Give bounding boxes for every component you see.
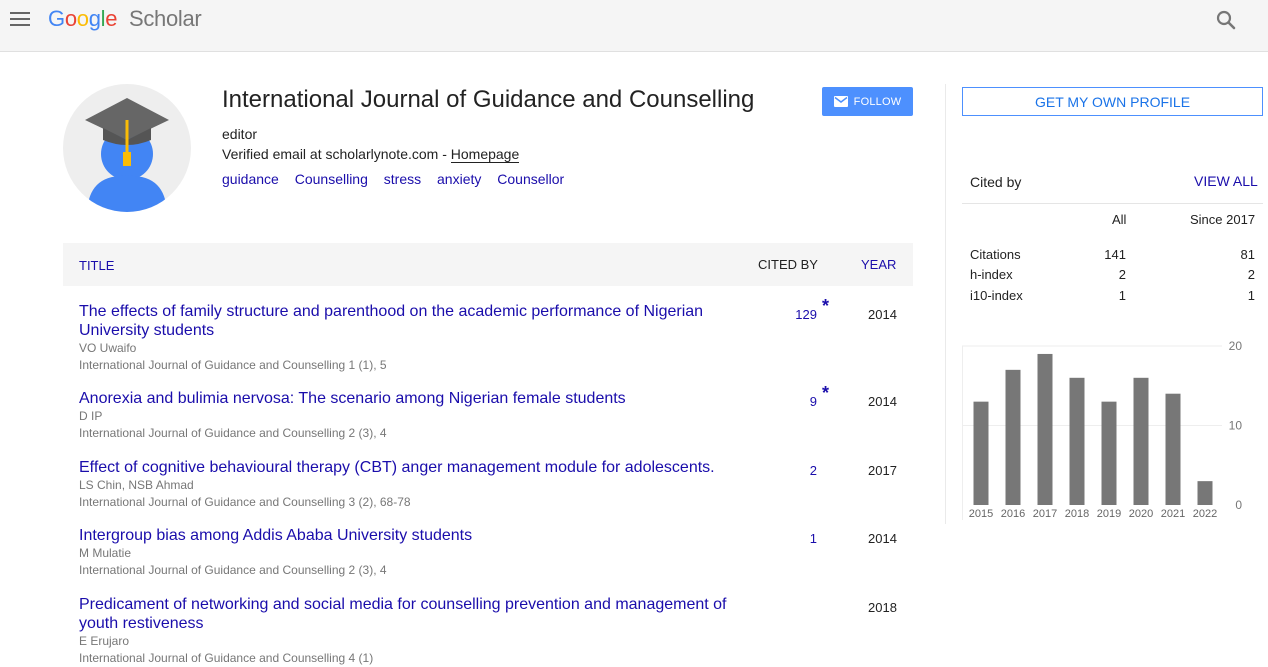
- article-cited-by[interactable]: 1: [779, 531, 817, 546]
- view-all-link[interactable]: VIEW ALL: [1194, 173, 1258, 189]
- chart-y-tick-label: 0: [1235, 498, 1242, 512]
- stats-hindex-since: 2: [1247, 267, 1255, 282]
- profile-interests: guidance Counselling stress anxiety Coun…: [222, 171, 576, 187]
- article-cited-by[interactable]: 129: [779, 307, 817, 322]
- chart-bar-2021[interactable]: [1165, 393, 1181, 505]
- chart-x-tick-label: 2020: [1129, 508, 1153, 520]
- profile-affiliation: editor: [222, 126, 258, 142]
- stats-i10index-since: 1: [1247, 288, 1255, 303]
- graduate-avatar-icon: [85, 98, 169, 212]
- table-row: Effect of cognitive behavioural therapy …: [79, 458, 913, 511]
- chart-y-tick-label: 10: [1229, 419, 1243, 433]
- interest-stress[interactable]: stress: [384, 171, 421, 187]
- article-title[interactable]: Predicament of networking and social med…: [79, 595, 739, 633]
- chart-x-tick-label: 2022: [1193, 508, 1217, 520]
- article-year: 2017: [868, 463, 897, 478]
- interest-counsellor[interactable]: Counsellor: [497, 171, 564, 187]
- logo-google: Google: [48, 6, 118, 31]
- stats-col-since: Since 2017: [1190, 212, 1256, 227]
- table-row: Intergroup bias among Addis Ababa Univer…: [79, 526, 913, 579]
- chart-bar-2016[interactable]: [1005, 369, 1021, 505]
- follow-label: FOLLOW: [853, 95, 902, 108]
- search-icon[interactable]: [1214, 8, 1238, 32]
- interest-counselling[interactable]: Counselling: [295, 171, 368, 187]
- chart-x-tick-label: 2017: [1033, 508, 1057, 520]
- article-year: 2018: [868, 600, 897, 615]
- homepage-link[interactable]: Homepage: [450, 146, 520, 163]
- article-venue: International Journal of Guidance and Co…: [79, 426, 387, 440]
- articles-table-header: TITLE CITED BY YEAR: [63, 243, 913, 286]
- article-title[interactable]: The effects of family structure and pare…: [79, 302, 739, 340]
- chart-x-tick-label: 2015: [969, 508, 993, 520]
- column-divider: [945, 84, 946, 524]
- menu-icon[interactable]: [10, 10, 30, 28]
- chart-bar-2020[interactable]: [1133, 377, 1149, 505]
- stats-divider: [962, 203, 1263, 204]
- table-row: Predicament of networking and social med…: [79, 595, 913, 667]
- verified-email-text: Verified email at scholarlynote.com -: [222, 146, 451, 162]
- chart-x-tick-label: 2018: [1065, 508, 1089, 520]
- follow-button[interactable]: FOLLOW: [822, 87, 913, 116]
- avatar: [63, 84, 191, 212]
- merged-citations-star[interactable]: *: [822, 296, 829, 317]
- article-authors: LS Chin, NSB Ahmad: [79, 478, 194, 492]
- stats-hindex-all: 2: [1118, 267, 1126, 282]
- article-venue: International Journal of Guidance and Co…: [79, 495, 411, 509]
- stats-label-citations: Citations: [970, 247, 1021, 262]
- article-authors: VO Uwaifo: [79, 341, 137, 355]
- stats-i10index-all: 1: [1118, 288, 1126, 303]
- chart-x-tick-label: 2019: [1097, 508, 1121, 520]
- sort-by-cited[interactable]: CITED BY: [758, 257, 818, 272]
- article-title[interactable]: Anorexia and bulimia nervosa: The scenar…: [79, 389, 739, 408]
- profile-email: Verified email at scholarlynote.com - Ho…: [222, 146, 520, 163]
- article-title[interactable]: Intergroup bias among Addis Ababa Univer…: [79, 526, 739, 545]
- chart-bar-2019[interactable]: [1101, 401, 1117, 505]
- article-title[interactable]: Effect of cognitive behavioural therapy …: [79, 458, 779, 477]
- google-scholar-logo[interactable]: Google Scholar: [48, 6, 202, 32]
- article-venue: International Journal of Guidance and Co…: [79, 563, 387, 577]
- article-year: 2014: [868, 531, 897, 546]
- envelope-icon: [833, 96, 848, 107]
- stats-label-i10index: i10-index: [970, 288, 1023, 303]
- stats-citations-all: 141: [1104, 247, 1126, 262]
- chart-bar-2015[interactable]: [973, 401, 989, 505]
- stats-col-all: All: [1112, 212, 1127, 227]
- chart-bar-2017[interactable]: [1037, 353, 1053, 505]
- get-my-own-profile-button[interactable]: GET MY OWN PROFILE: [962, 87, 1263, 116]
- chart-bar-2018[interactable]: [1069, 377, 1085, 505]
- table-row: Anorexia and bulimia nervosa: The scenar…: [79, 383, 913, 442]
- sort-by-year[interactable]: YEAR: [861, 257, 896, 272]
- citations-per-year-chart: 0 10 20 2015 2016 2017 2018 2019 2020 2021 2022: [962, 340, 1243, 520]
- chart-x-tick-label: 2021: [1161, 508, 1185, 520]
- logo-scholar: Scholar: [128, 6, 202, 31]
- chart-bar-2022[interactable]: [1197, 481, 1213, 505]
- article-year: 2014: [868, 307, 897, 322]
- article-authors: E Erujaro: [79, 634, 130, 648]
- profile-name: International Journal of Guidance and Co…: [222, 86, 755, 113]
- article-authors: D IP: [79, 409, 103, 423]
- chart-y-tick-label: 20: [1229, 340, 1243, 353]
- interest-anxiety[interactable]: anxiety: [437, 171, 481, 187]
- merged-citations-star[interactable]: *: [822, 383, 829, 404]
- stats-citations-since: 81: [1240, 247, 1255, 262]
- chart-x-tick-label: 2016: [1001, 508, 1025, 520]
- article-venue: International Journal of Guidance and Co…: [79, 651, 374, 665]
- article-year: 2014: [868, 394, 897, 409]
- article-cited-by[interactable]: 2: [779, 463, 817, 478]
- interest-guidance[interactable]: guidance: [222, 171, 279, 187]
- stats-label-hindex: h-index: [970, 267, 1013, 282]
- article-cited-by[interactable]: 9: [779, 394, 817, 409]
- article-authors: M Mulatie: [79, 546, 132, 560]
- article-venue: International Journal of Guidance and Co…: [79, 358, 387, 372]
- sort-by-title[interactable]: TITLE: [79, 258, 114, 273]
- table-row: The effects of family structure and pare…: [79, 296, 913, 374]
- cited-by-heading: Cited by: [970, 174, 1022, 190]
- top-bar: Google Scholar: [0, 0, 1268, 52]
